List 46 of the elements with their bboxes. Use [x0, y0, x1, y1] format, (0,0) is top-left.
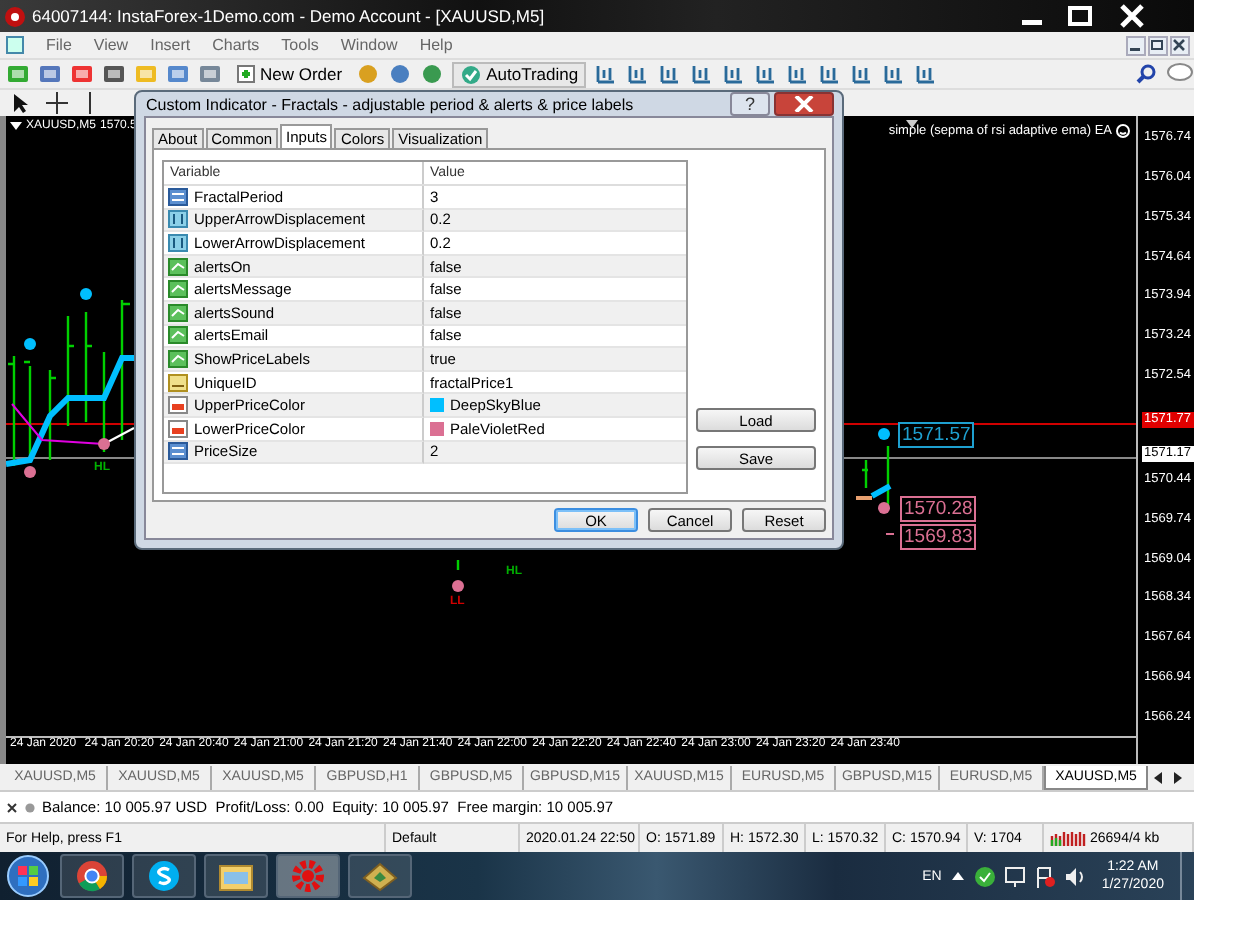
- dropdown-icon[interactable]: [10, 121, 22, 131]
- menu-item[interactable]: View: [93, 36, 129, 54]
- folder-icon: [218, 861, 254, 891]
- check-icon: [460, 63, 483, 85]
- speaker-icon[interactable]: [1063, 865, 1086, 887]
- price-label: 1569.83: [900, 524, 977, 550]
- window-title: 64007144: InstaForex-1Demo.com - Demo Account - [XAUUSD,M5]: [32, 6, 545, 26]
- shield-icon[interactable]: [973, 865, 996, 887]
- restore-icon[interactable]: [1148, 35, 1168, 55]
- start-button-icon[interactable]: [4, 854, 52, 898]
- price-label: 1570.28: [900, 496, 977, 522]
- cursor-icon[interactable]: [10, 92, 30, 114]
- vertical-line-icon[interactable]: [84, 92, 96, 114]
- dot-icon: [24, 801, 36, 813]
- trading-app-taskbar-button[interactable]: [348, 854, 412, 898]
- menu-item[interactable]: Charts: [212, 36, 260, 54]
- help-button[interactable]: ?: [730, 92, 770, 116]
- close-icon: [794, 96, 814, 112]
- network-icon[interactable]: [1003, 865, 1026, 887]
- menu-item[interactable]: Help: [419, 36, 453, 54]
- plus-icon: [236, 64, 256, 84]
- show-hidden-icons-icon[interactable]: [949, 870, 966, 882]
- close-icon[interactable]: [1170, 35, 1190, 55]
- maximize-icon[interactable]: [1062, 4, 1098, 28]
- chat-taskbar-button[interactable]: [132, 854, 196, 898]
- flag-icon[interactable]: [1033, 865, 1056, 887]
- menu-item[interactable]: File: [46, 36, 72, 54]
- minimize-icon[interactable]: [1126, 35, 1146, 55]
- menu-item[interactable]: Tools: [281, 36, 319, 54]
- close-icon[interactable]: [6, 801, 18, 813]
- new-order-button[interactable]: New Order: [230, 61, 349, 87]
- browser-taskbar-button[interactable]: [60, 854, 124, 898]
- auto-trading-button[interactable]: AutoTrading: [452, 61, 587, 87]
- triangle-icon[interactable]: [906, 120, 918, 128]
- menu-item[interactable]: Window: [340, 36, 398, 54]
- browser-icon: [76, 860, 108, 892]
- close-button[interactable]: [774, 92, 834, 116]
- price-label: 1571.57: [898, 422, 975, 448]
- connection-bars-icon: [1050, 830, 1086, 846]
- bar-chart-icon[interactable]: [594, 62, 619, 86]
- dialog-title: Custom Indicator - Fractals - adjustable period & alerts & price labels: [144, 95, 636, 113]
- smiley-icon: [1116, 124, 1130, 138]
- diamond-icon: [362, 860, 398, 892]
- search-icon[interactable]: [1134, 62, 1158, 86]
- menu-item[interactable]: Insert: [150, 36, 191, 54]
- folder-taskbar-button[interactable]: [204, 854, 268, 898]
